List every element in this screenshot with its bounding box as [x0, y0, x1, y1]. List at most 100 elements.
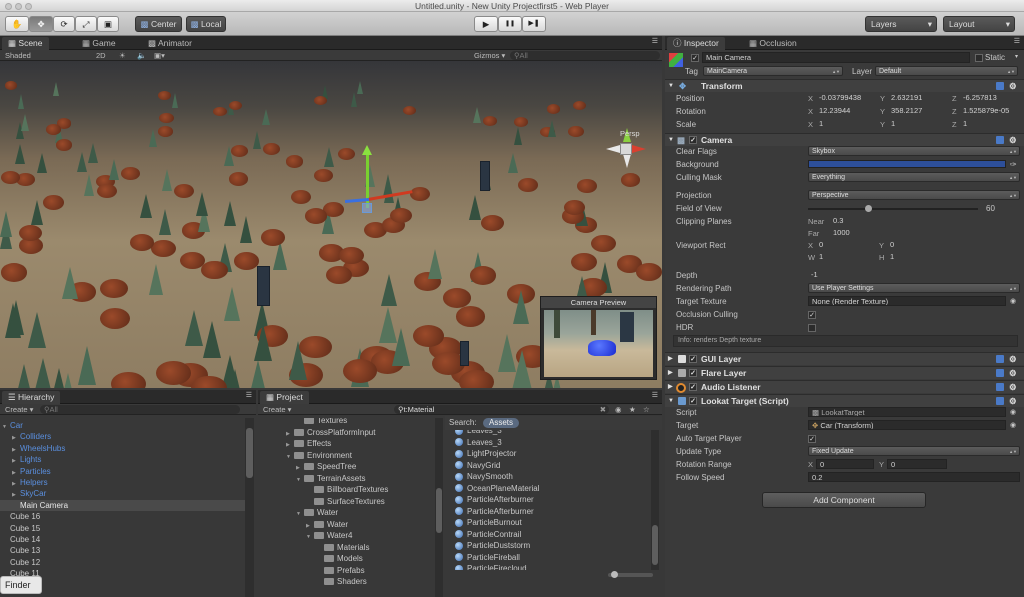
gizmo-axis-arrow-icon[interactable]: [632, 145, 646, 153]
active-checkbox[interactable]: ✓: [691, 54, 699, 62]
hierarchy-item[interactable]: Main Camera: [0, 499, 245, 511]
space-local-button[interactable]: ▩ Local: [186, 16, 226, 32]
collapse-arrow-icon[interactable]: ▶: [668, 367, 673, 379]
static-checkbox[interactable]: [975, 54, 983, 62]
hierarchy-item[interactable]: Cube 13: [0, 545, 245, 556]
rotation-y-field[interactable]: 358.2127: [888, 106, 948, 116]
scene-view[interactable]: Persp Camera Preview: [0, 61, 662, 388]
layer-dropdown[interactable]: Default: [875, 66, 1018, 76]
position-x-field[interactable]: -0.03799438: [816, 93, 876, 103]
gear-icon[interactable]: ⚙: [1009, 80, 1017, 92]
gear-icon[interactable]: ⚙: [1009, 353, 1017, 365]
minimize-window-icon[interactable]: [15, 3, 22, 10]
project-folder-item[interactable]: ▼ TerrainAssets: [258, 473, 365, 484]
fov-value[interactable]: 60: [986, 202, 995, 215]
hdr-checkbox[interactable]: [808, 324, 816, 332]
filter-label-icon[interactable]: ★: [629, 404, 636, 415]
audio-listener-header[interactable]: ▶ ✓ Audio Listener ⚙: [665, 380, 1024, 393]
project-folder-item[interactable]: Prefabs: [258, 565, 365, 576]
rect-tool-button[interactable]: ▣: [97, 16, 119, 32]
update-type-dropdown[interactable]: Fixed Update: [808, 446, 1020, 456]
gizmo-y-arrow-icon[interactable]: [362, 145, 372, 155]
rotation-range-x-field[interactable]: 0: [816, 459, 874, 469]
hierarchy-item[interactable]: Cube 15: [0, 523, 245, 534]
help-icon[interactable]: [996, 136, 1004, 144]
tab-project[interactable]: ▦ Project: [260, 391, 309, 404]
project-folder-item[interactable]: ▶ Water: [258, 519, 348, 530]
tab-animator[interactable]: ▩ Animator: [142, 37, 198, 50]
folder-scrollbar[interactable]: [435, 418, 443, 597]
asset-item[interactable]: ParticleFirecloud: [455, 563, 527, 570]
gear-icon[interactable]: ⚙: [1009, 381, 1017, 393]
scale-tool-button[interactable]: ⤢: [75, 16, 97, 32]
hierarchy-item[interactable]: ▶ Particles: [0, 466, 245, 477]
eyedropper-icon[interactable]: ✑: [1010, 158, 1017, 171]
scene-lighting-icon[interactable]: ☀: [119, 50, 126, 61]
depth-field[interactable]: -1: [808, 270, 1020, 280]
scene-object[interactable]: [480, 161, 490, 191]
asset-item[interactable]: NavyGrid: [455, 460, 500, 471]
script-field[interactable]: ▩ LookatTarget: [808, 407, 1006, 417]
asset-item[interactable]: Leaves_3: [455, 437, 502, 448]
help-icon[interactable]: [996, 82, 1004, 90]
rotate-tool-button[interactable]: ⟳: [53, 16, 75, 32]
icon-size-slider-thumb[interactable]: [611, 571, 618, 578]
occlusion-culling-checkbox[interactable]: ✓: [808, 311, 816, 319]
gizmo-axis-arrow-icon[interactable]: [606, 145, 620, 153]
fov-slider-thumb[interactable]: [864, 205, 872, 212]
close-window-icon[interactable]: [5, 3, 12, 10]
collapse-arrow-icon[interactable]: ▶: [668, 381, 673, 393]
clear-flags-dropdown[interactable]: Skybox: [808, 146, 1020, 156]
filter-type-icon[interactable]: ◉: [615, 404, 622, 415]
pause-button[interactable]: ❚❚: [498, 16, 522, 32]
project-folder-item[interactable]: ▼ Water4: [258, 530, 353, 541]
lookat-enabled-checkbox[interactable]: ✓: [689, 397, 697, 405]
projection-dropdown[interactable]: Perspective: [808, 190, 1020, 200]
audio-toggle-icon[interactable]: 🔈: [137, 50, 146, 61]
asset-scrollbar[interactable]: [651, 430, 659, 570]
audio-listener-checkbox[interactable]: ✓: [689, 383, 697, 391]
viewport-h-field[interactable]: 1: [887, 252, 947, 262]
move-tool-button[interactable]: ✥: [29, 16, 53, 32]
project-folder-item[interactable]: BillboardTextures: [258, 484, 388, 495]
asset-item[interactable]: ParticleAfterburner: [455, 506, 534, 517]
panel-menu-icon[interactable]: ☰: [1014, 37, 1020, 45]
help-icon[interactable]: [996, 369, 1004, 377]
camera-enabled-checkbox[interactable]: ✓: [689, 136, 697, 144]
help-icon[interactable]: [996, 397, 1004, 405]
play-button[interactable]: ▶: [474, 16, 498, 32]
near-field[interactable]: 0.3: [830, 216, 1018, 226]
asset-item[interactable]: Leaves_3: [455, 430, 502, 436]
panel-menu-icon[interactable]: ☰: [246, 391, 252, 399]
flare-layer-checkbox[interactable]: ✓: [689, 369, 697, 377]
asset-item[interactable]: ParticleFireball: [455, 552, 520, 563]
icon-size-slider[interactable]: [608, 571, 653, 578]
rotation-z-field[interactable]: 1.525879e-05: [960, 106, 1022, 116]
hierarchy-item[interactable]: ▶ SkyCar: [0, 488, 245, 499]
hierarchy-item[interactable]: ▶ Helpers: [0, 477, 245, 488]
hierarchy-item[interactable]: Cube 12: [0, 557, 245, 568]
position-z-field[interactable]: -6.257813: [960, 93, 1022, 103]
hierarchy-scrollbar[interactable]: [245, 418, 254, 597]
rotation-range-y-field[interactable]: 0: [887, 459, 947, 469]
step-button[interactable]: ▶❚: [522, 16, 546, 32]
shading-mode-dropdown[interactable]: Shaded: [5, 50, 31, 61]
help-icon[interactable]: [996, 383, 1004, 391]
collapse-arrow-icon[interactable]: ▼: [668, 80, 674, 92]
asset-item[interactable]: NavySmooth: [455, 471, 513, 482]
object-picker-icon[interactable]: ◉: [1010, 406, 1016, 419]
folder-scrollbar-thumb[interactable]: [436, 488, 442, 533]
panel-menu-icon[interactable]: ☰: [652, 391, 658, 399]
asset-item[interactable]: ParticleDuststorm: [455, 540, 530, 551]
favorites-star-icon[interactable]: ☆: [643, 404, 650, 415]
effects-toggle-icon[interactable]: ▣▾: [154, 50, 165, 61]
hierarchy-item[interactable]: Cube 14: [0, 534, 245, 545]
hierarchy-item[interactable]: ▼ Car: [0, 420, 245, 431]
tab-scene[interactable]: ▦ Scene: [2, 37, 49, 50]
project-folder-item[interactable]: ▶ CrossPlatformInput: [258, 427, 375, 438]
background-color-swatch[interactable]: [808, 160, 1006, 168]
follow-speed-field[interactable]: 0.2: [808, 472, 1020, 482]
gizmo-axis-arrow-icon[interactable]: [623, 154, 631, 168]
hierarchy-search-input[interactable]: ⚲All: [40, 405, 240, 414]
scale-y-field[interactable]: 1: [888, 119, 948, 129]
